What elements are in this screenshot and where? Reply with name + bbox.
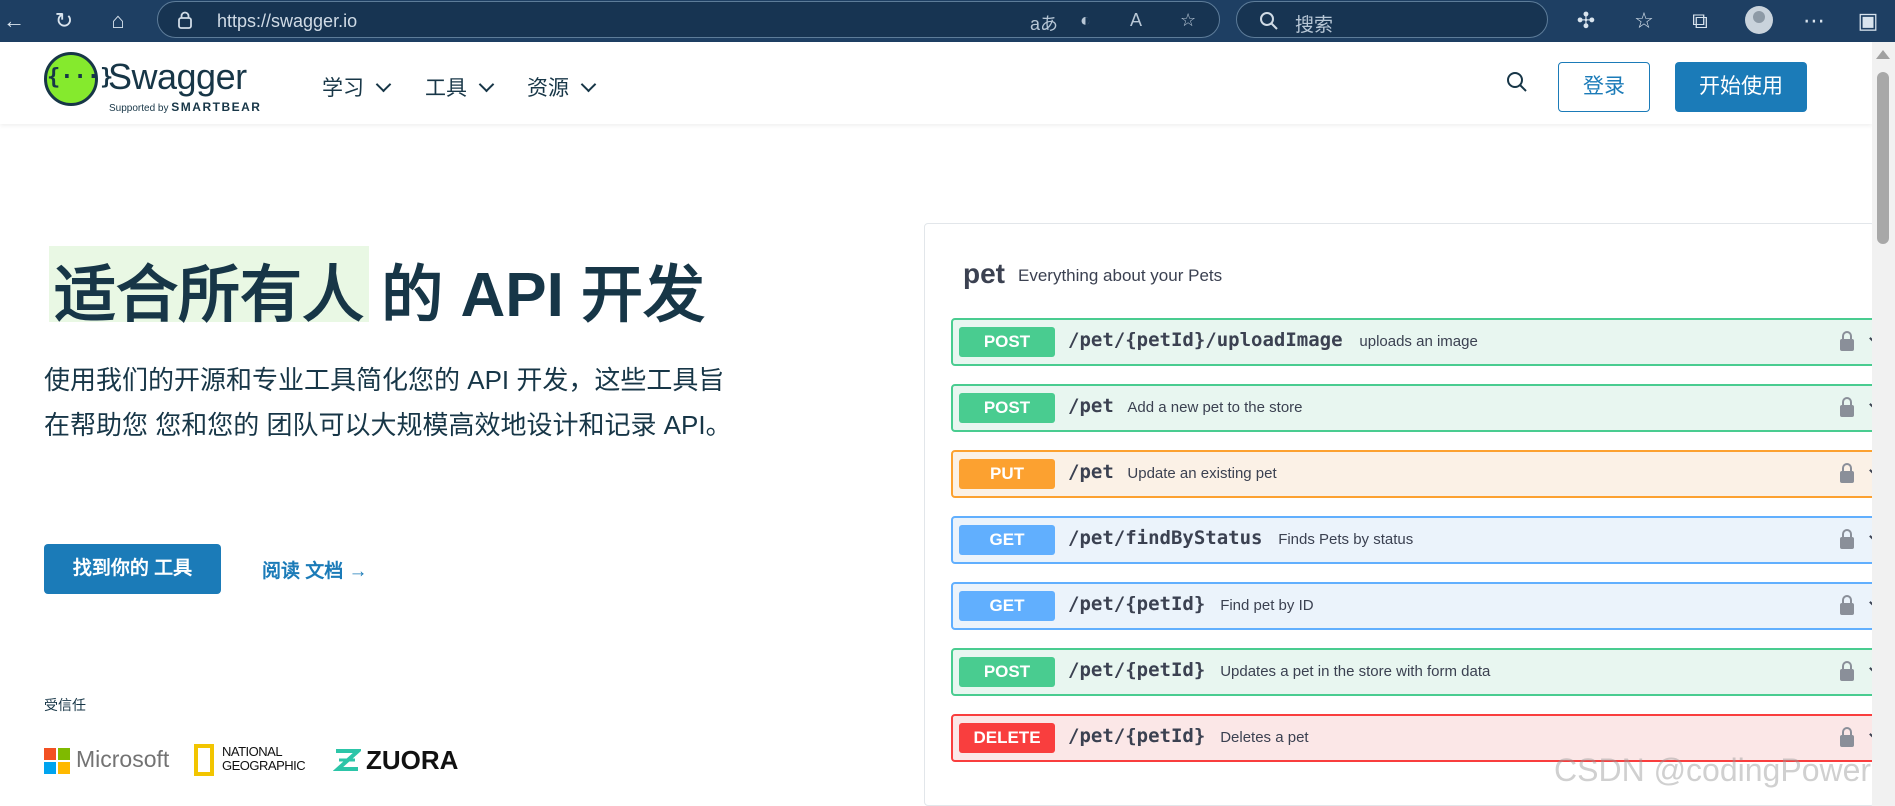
translate-icon[interactable]: aあ	[1030, 10, 1058, 36]
browser-search-placeholder: 搜索	[1295, 15, 1334, 36]
favorite-star-icon[interactable]: ☆	[1180, 10, 1196, 31]
address-bar[interactable]: https://swagger.io aあ ◐ A ☆	[157, 1, 1220, 38]
method-badge: GET	[959, 525, 1055, 555]
hero-title-highlight: 适合所有人	[54, 261, 365, 330]
operation-summary: Update an existing pet	[1127, 465, 1277, 482]
collections-icon[interactable]: ⧉	[1686, 8, 1714, 34]
hero-description: 使用我们的开源和专业工具简化您的 API 开发，这些工具旨在帮助您 您和您的 团…	[44, 365, 732, 440]
lock-icon[interactable]	[1839, 594, 1855, 616]
operation-summary: Finds Pets by status	[1278, 531, 1414, 548]
operation-path: /pet/{petId}	[1068, 725, 1206, 747]
microsoft-logo-icon	[44, 748, 70, 774]
hero-title: 适合所有人 的 API 开发	[54, 244, 705, 334]
sidebar-icon[interactable]: ▣	[1854, 8, 1882, 34]
logo-sub-prefix: Supported by	[109, 103, 169, 114]
menu-tools-label: 工具	[425, 77, 467, 100]
lock-icon[interactable]	[1839, 396, 1855, 418]
operation-summary: Updates a pet in the store with form dat…	[1220, 663, 1491, 680]
hero-title-rest: 的 API 开发	[364, 261, 706, 330]
lock-icon[interactable]	[178, 11, 192, 29]
operation-row[interactable]: GET/pet/{petId} Find pet by ID	[951, 582, 1874, 630]
url-text[interactable]: https://swagger.io	[217, 11, 357, 32]
back-icon[interactable]: ←	[0, 8, 28, 34]
edge-icon[interactable]: ◐	[1080, 10, 1091, 31]
watermark: CSDN @codingPower	[1554, 752, 1872, 788]
menu-learn-label: 学习	[322, 77, 364, 100]
natgeo-line1: NATIONAL	[222, 744, 283, 759]
read-aloud-icon[interactable]: A	[1130, 10, 1142, 31]
operation-row[interactable]: GET/pet/findByStatus Finds Pets by status	[951, 516, 1874, 564]
logo-subtitle: Supported by SMARTBEAR	[109, 100, 261, 114]
operation-path: /pet/findByStatus	[1068, 527, 1263, 549]
natgeo-line2: GEOGRAPHIC	[222, 758, 306, 773]
zuora-logo-icon	[333, 749, 361, 771]
method-badge: PUT	[959, 459, 1055, 489]
method-badge: POST	[959, 327, 1055, 357]
profile-avatar[interactable]	[1745, 6, 1773, 34]
operation-row[interactable]: PUT/pet Update an existing pet	[951, 450, 1874, 498]
lock-icon[interactable]	[1839, 726, 1855, 748]
menu-resources-label: 资源	[527, 77, 569, 100]
operation-summary: Add a new pet to the store	[1127, 399, 1303, 416]
zuora-logo-text: ZUORA	[366, 745, 459, 775]
lock-icon[interactable]	[1839, 660, 1855, 682]
browser-toolbar: ← ↻ ⌂ https://swagger.io aあ ◐ A ☆ 搜索 ✣ ☆…	[0, 0, 1895, 42]
operation-path: /pet/{petId}	[1068, 659, 1206, 681]
favorites-icon[interactable]: ☆	[1630, 8, 1658, 34]
menu-tools[interactable]: 工具	[425, 72, 495, 102]
method-badge: POST	[959, 393, 1055, 423]
menu-resources[interactable]: 资源	[527, 72, 597, 102]
get-started-button[interactable]: 开始使用	[1675, 62, 1807, 112]
operation-row[interactable]: POST/pet/{petId}/uploadImage uploads an i…	[951, 318, 1874, 366]
menu-learn[interactable]: 学习	[322, 72, 392, 102]
scrollbar-thumb[interactable]	[1877, 72, 1889, 244]
method-badge: GET	[959, 591, 1055, 621]
operation-path: /pet/{petId}	[1068, 593, 1206, 615]
method-badge: POST	[959, 657, 1055, 687]
tag-description: Everything about your Pets	[1018, 266, 1223, 285]
more-icon[interactable]: ⋯	[1800, 8, 1828, 34]
tag-name[interactable]: pet	[963, 258, 1005, 290]
microsoft-logo-text: Microsoft	[76, 746, 170, 772]
method-badge: DELETE	[959, 723, 1055, 753]
scroll-up-arrow-icon[interactable]	[1876, 50, 1890, 59]
trusted-by-label: 受信任	[44, 697, 86, 713]
reload-icon[interactable]: ↻	[50, 8, 78, 34]
search-icon	[1260, 12, 1278, 30]
find-tools-button[interactable]: 找到你的 工具	[44, 544, 221, 594]
login-button[interactable]: 登录	[1558, 62, 1650, 112]
search-icon[interactable]	[1505, 70, 1529, 94]
operation-path: /pet	[1068, 461, 1114, 483]
operation-summary: Deletes a pet	[1220, 729, 1309, 746]
lock-icon[interactable]	[1839, 330, 1855, 352]
logo-sub-brand: SMARTBEAR	[171, 100, 262, 114]
operation-path: /pet	[1068, 395, 1114, 417]
logo-text[interactable]: Swagger	[108, 56, 247, 98]
home-icon[interactable]: ⌂	[104, 8, 132, 34]
lock-icon[interactable]	[1839, 528, 1855, 550]
extensions-icon[interactable]: ✣	[1572, 8, 1600, 34]
browser-search-box[interactable]: 搜索	[1236, 1, 1548, 38]
swagger-ui-preview: pet Everything about your Pets POST/pet/…	[924, 223, 1875, 806]
chevron-down-icon	[580, 76, 597, 93]
site-header: {···} Swagger Supported by SMARTBEAR 学习 …	[0, 42, 1872, 124]
operation-summary: uploads an image	[1359, 333, 1478, 350]
natgeo-logo-icon	[194, 744, 214, 776]
operation-row[interactable]: POST/pet/{petId} Updates a pet in the sto…	[951, 648, 1874, 696]
operation-path: /pet/{petId}/uploadImage	[1068, 329, 1343, 351]
lock-icon[interactable]	[1839, 462, 1855, 484]
operation-summary: Find pet by ID	[1220, 597, 1314, 614]
operation-row[interactable]: POST/pet Add a new pet to the store	[951, 384, 1874, 432]
chevron-down-icon	[478, 76, 495, 93]
natgeo-logo-text: NATIONAL GEOGRAPHIC	[222, 744, 306, 773]
read-docs-link[interactable]: 阅读 文档 →	[262, 556, 368, 583]
chevron-down-icon	[375, 76, 392, 93]
swagger-logo-icon[interactable]: {···}	[44, 52, 113, 106]
